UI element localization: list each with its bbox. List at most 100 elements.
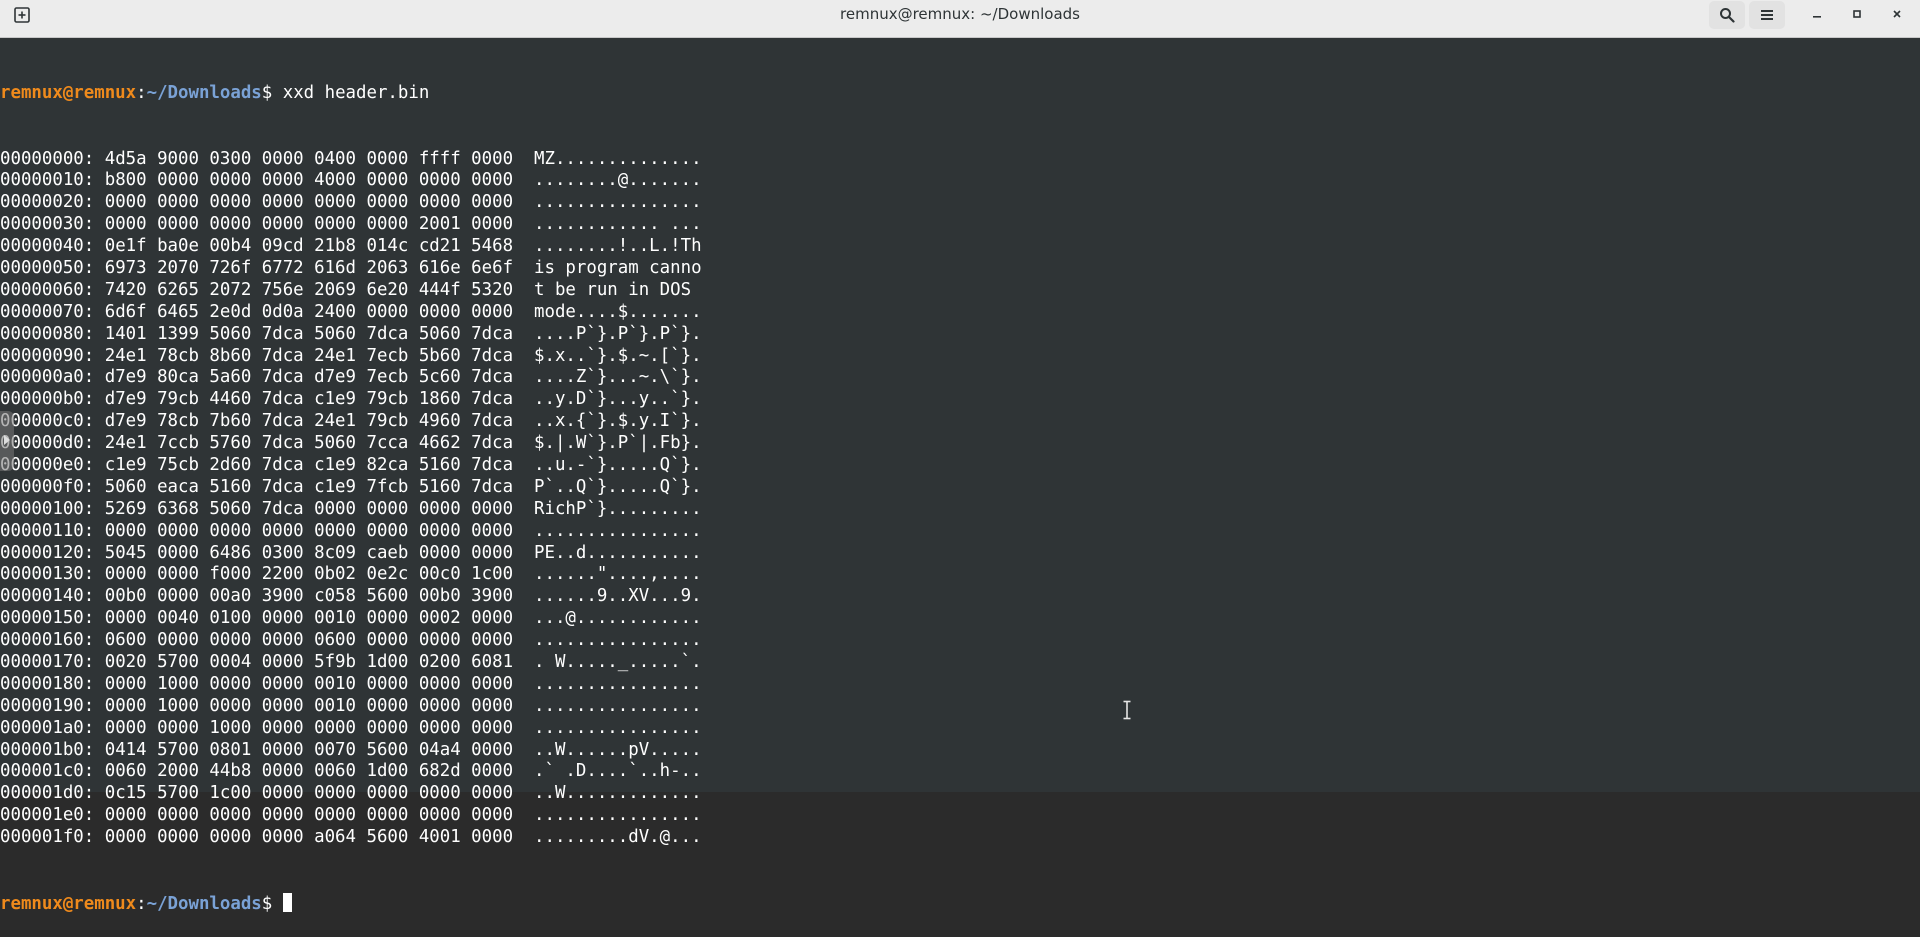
hex-offset: 00000110: <box>0 520 95 541</box>
hex-ascii: . W....._.....`. <box>534 652 702 672</box>
hexdump-row: 00000080: 1401 1399 5060 7dca 5060 7dca … <box>0 324 1908 346</box>
hex-offset: 00000170: <box>0 652 95 672</box>
prompt-symbol: $ <box>261 893 283 914</box>
prompt-path: ~/Downloads <box>146 893 262 914</box>
hexdump-row: 00000120: 5045 0000 6486 0300 8c09 caeb … <box>0 543 1908 565</box>
minimize-button[interactable] <box>1800 0 1834 28</box>
hex-ascii: ......"....,.... <box>534 564 702 585</box>
hex-bytes: 0060 2000 44b8 0000 0060 1d00 682d 0000 <box>104 761 514 782</box>
hexdump-row: 00000180: 0000 1000 0000 0000 0010 0000 … <box>0 674 1908 696</box>
hex-ascii: $.|.W`}.P`|.Fb}. <box>534 433 702 454</box>
hexdump-output: 00000000: 4d5a 9000 0300 0000 0400 0000 … <box>0 149 1908 850</box>
hex-bytes: b800 0000 0000 0000 4000 0000 0000 0000 <box>104 170 514 191</box>
hex-bytes: 0000 0000 0000 0000 0000 0000 0000 0000 <box>104 520 514 541</box>
terminal-output[interactable]: remnux@remnux:~/Downloads$ xxd header.bi… <box>0 38 1908 914</box>
hex-offset: 000001c0: <box>0 761 95 782</box>
terminal-scrollbar[interactable] <box>1908 38 1920 792</box>
minimize-icon <box>1813 16 1821 18</box>
hexdump-row: 000001f0: 0000 0000 0000 0000 a064 5600 … <box>0 827 1908 849</box>
text-cursor <box>282 892 292 912</box>
hex-ascii: ................ <box>534 717 702 738</box>
ibeam-cursor-icon <box>1123 700 1131 720</box>
hexdump-row: 00000020: 0000 0000 0000 0000 0000 0000 … <box>0 192 1908 214</box>
hex-ascii: ................ <box>534 520 702 541</box>
hex-ascii: MZ.............. <box>534 148 702 169</box>
hexdump-row: 000001c0: 0060 2000 44b8 0000 0060 1d00 … <box>0 761 1908 783</box>
hex-offset: 00000030: <box>0 214 95 235</box>
hex-bytes: 1401 1399 5060 7dca 5060 7dca 5060 7dca <box>104 323 514 344</box>
hex-ascii: ................ <box>534 192 702 213</box>
hex-bytes: 6973 2070 726f 6772 616d 2063 616e 6e6f <box>104 257 514 278</box>
hex-ascii: PE..d........... <box>534 542 702 563</box>
maximize-button[interactable] <box>1840 0 1874 28</box>
hex-offset: 00000070: <box>0 301 95 322</box>
hex-ascii: ........@....... <box>534 170 702 191</box>
window-title: remnux@remnux: ~/Downloads <box>840 5 1080 23</box>
hex-ascii: ..x.{`}.$.y.I`}. <box>534 411 702 432</box>
prompt-path: ~/Downloads <box>146 82 262 103</box>
hex-offset: 00000150: <box>0 608 95 629</box>
hex-bytes: 5269 6368 5060 7dca 0000 0000 0000 0000 <box>104 498 514 519</box>
hex-offset: 00000000: <box>0 148 95 169</box>
menu-button[interactable] <box>1749 1 1785 29</box>
hex-bytes: 0c15 5700 1c00 0000 0000 0000 0000 0000 <box>104 783 514 804</box>
hexdump-row: 00000190: 0000 1000 0000 0000 0010 0000 … <box>0 696 1908 718</box>
hex-bytes: 0000 0000 0000 0000 0000 0000 0000 0000 <box>104 805 514 826</box>
hex-bytes: 0000 0000 1000 0000 0000 0000 0000 0000 <box>104 717 514 738</box>
hex-bytes: 0600 0000 0000 0000 0600 0000 0000 0000 <box>104 630 514 651</box>
hex-bytes: 0020 5700 0004 0000 5f9b 1d00 0200 6081 <box>104 652 514 672</box>
hex-offset: 000000b0: <box>0 389 95 410</box>
hex-offset: 00000090: <box>0 345 95 366</box>
hex-offset: 00000190: <box>0 695 95 716</box>
hex-ascii: ....P`}.P`}.P`}. <box>534 323 702 344</box>
hex-ascii: RichP`}......... <box>534 498 702 519</box>
close-button[interactable] <box>1880 0 1914 28</box>
hexdump-row: 00000000: 4d5a 9000 0300 0000 0400 0000 … <box>0 149 1908 171</box>
hex-offset: 000001f0: <box>0 827 95 848</box>
hex-bytes: 6d6f 6465 2e0d 0d0a 2400 0000 0000 0000 <box>104 301 514 322</box>
hex-offset: 00000140: <box>0 586 95 607</box>
hexdump-row: 000000c0: d7e9 78cb 7b60 7dca 24e1 79cb … <box>0 411 1908 433</box>
hex-bytes: 0000 1000 0000 0000 0010 0000 0000 0000 <box>104 673 514 694</box>
hex-offset: 000000a0: <box>0 367 95 388</box>
search-button[interactable] <box>1709 1 1745 29</box>
hex-bytes: 0000 0000 0000 0000 a064 5600 4001 0000 <box>104 827 514 848</box>
hex-bytes: d7e9 80ca 5a60 7dca d7e9 7ecb 5c60 7dca <box>104 367 514 388</box>
hexdump-row: 00000170: 0020 5700 0004 0000 5f9b 1d00 … <box>0 652 1908 674</box>
maximize-icon <box>1853 10 1861 18</box>
hex-bytes: 0000 0000 0000 0000 0000 0000 0000 0000 <box>104 192 514 213</box>
hex-offset: 00000160: <box>0 630 95 651</box>
hex-offset: 000000e0: <box>0 454 95 475</box>
hex-ascii: ................ <box>534 695 702 716</box>
hex-ascii: ....Z`}...~.\`}. <box>534 367 702 388</box>
hex-offset: 00000180: <box>0 673 95 694</box>
hex-ascii: .........dV.@... <box>534 827 702 848</box>
hex-offset: 00000100: <box>0 498 95 519</box>
hex-bytes: d7e9 79cb 4460 7dca c1e9 79cb 1860 7dca <box>104 389 514 410</box>
hex-ascii: ............ ... <box>534 214 702 235</box>
hex-offset: 00000060: <box>0 279 95 300</box>
hexdump-row: 00000040: 0e1f ba0e 00b4 09cd 21b8 014c … <box>0 236 1908 258</box>
window-titlebar[interactable]: remnux@remnux: ~/Downloads <box>0 0 1920 38</box>
new-tab-button[interactable] <box>8 1 36 29</box>
hexdump-row: 00000140: 00b0 0000 00a0 3900 c058 5600 … <box>0 586 1908 608</box>
hex-ascii: t be run in DOS <box>534 279 702 300</box>
hex-bytes: c1e9 75cb 2d60 7dca c1e9 82ca 5160 7dca <box>104 454 514 475</box>
side-panel-handle[interactable] <box>0 411 14 471</box>
hex-offset: 000000c0: <box>0 411 95 432</box>
hex-ascii: ........!..L.!Th <box>534 236 702 257</box>
current-prompt-line[interactable]: remnux@remnux:~/Downloads$ <box>0 892 1908 915</box>
hex-offset: 00000020: <box>0 192 95 213</box>
hexdump-row: 000000d0: 24e1 7ccb 5760 7dca 5060 7cca … <box>0 433 1908 455</box>
hex-bytes: 0414 5700 0801 0000 0070 5600 04a4 0000 <box>104 739 514 760</box>
hex-bytes: d7e9 78cb 7b60 7dca 24e1 79cb 4960 7dca <box>104 411 514 432</box>
hex-ascii: $.x..`}.$.~.[`}. <box>534 345 702 366</box>
hexdump-row: 00000050: 6973 2070 726f 6772 616d 2063 … <box>0 258 1908 280</box>
hex-offset: 00000130: <box>0 564 95 585</box>
prompt-separator: : <box>136 893 147 914</box>
hex-bytes: 0000 0000 0000 0000 0000 0000 2001 0000 <box>104 214 514 235</box>
hexdump-row: 00000110: 0000 0000 0000 0000 0000 0000 … <box>0 521 1908 543</box>
hex-offset: 000001b0: <box>0 739 95 760</box>
hexdump-row: 000001d0: 0c15 5700 1c00 0000 0000 0000 … <box>0 783 1908 805</box>
hex-offset: 000001e0: <box>0 805 95 826</box>
